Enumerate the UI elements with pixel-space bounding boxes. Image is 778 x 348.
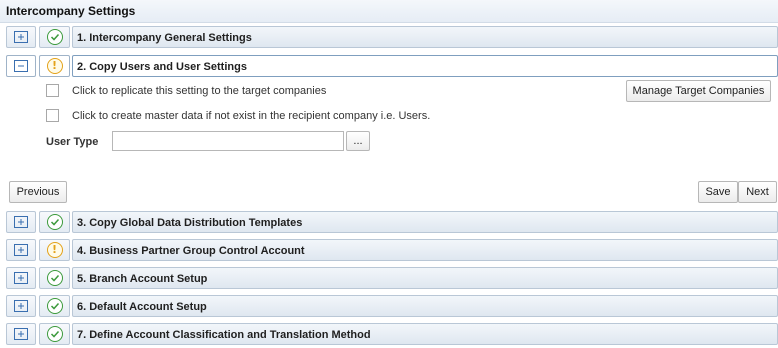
expand-step-button[interactable] (6, 239, 36, 261)
expand-step-button[interactable] (6, 26, 36, 48)
manage-target-companies-button[interactable]: Manage Target Companies (626, 80, 771, 102)
expand-step-icon (14, 244, 28, 256)
status-indicator (39, 267, 70, 289)
step-row-2: ! 2. Copy Users and User Settings (6, 55, 778, 77)
step-header-7[interactable]: 7. Define Account Classification and Tra… (72, 323, 778, 345)
replicate-checkbox[interactable] (46, 84, 59, 97)
step-row-7: 7. Define Account Classification and Tra… (6, 323, 778, 345)
expand-step-button[interactable] (6, 267, 36, 289)
step-header-5[interactable]: 5. Branch Account Setup (72, 267, 778, 289)
page-title: Intercompany Settings (6, 4, 136, 18)
next-button[interactable]: Next (738, 181, 777, 203)
header-bar: Intercompany Settings (0, 0, 778, 23)
step-row-1: 1. Intercompany General Settings (6, 26, 778, 48)
expand-step-icon (14, 31, 28, 43)
collapse-step-icon (14, 60, 28, 72)
browse-button[interactable]: ... (346, 131, 370, 151)
step-row-5: 5. Branch Account Setup (6, 267, 778, 289)
user-type-label: User Type (46, 136, 99, 148)
status-indicator (39, 323, 70, 345)
create-master-data-label: Click to create master data if not exist… (72, 110, 431, 122)
step-header-2[interactable]: 2. Copy Users and User Settings (72, 55, 778, 77)
step-header-1[interactable]: 1. Intercompany General Settings (72, 26, 778, 48)
create-master-data-checkbox[interactable] (46, 109, 59, 122)
replicate-label: Click to replicate this setting to the t… (72, 85, 327, 97)
expand-step-icon (14, 272, 28, 284)
step-header-6[interactable]: 6. Default Account Setup (72, 295, 778, 317)
check-circle-icon (46, 326, 63, 342)
collapse-step-button[interactable] (6, 55, 36, 77)
expand-step-icon (14, 300, 28, 312)
expand-step-icon (14, 328, 28, 340)
step-header-3[interactable]: 3. Copy Global Data Distribution Templat… (72, 211, 778, 233)
step-row-4: ! 4. Business Partner Group Control Acco… (6, 239, 778, 261)
status-indicator: ! (39, 55, 70, 77)
expand-step-button[interactable] (6, 211, 36, 233)
check-circle-icon (46, 298, 63, 314)
user-type-input[interactable] (112, 131, 344, 151)
previous-button[interactable]: Previous (9, 181, 67, 203)
check-circle-icon (46, 270, 63, 286)
expand-step-icon (14, 216, 28, 228)
step-header-4[interactable]: 4. Business Partner Group Control Accoun… (72, 239, 778, 261)
check-circle-icon (46, 214, 63, 230)
step-row-3: 3. Copy Global Data Distribution Templat… (6, 211, 778, 233)
status-indicator (39, 26, 70, 48)
save-button[interactable]: Save (698, 181, 738, 203)
status-indicator: ! (39, 239, 70, 261)
status-indicator (39, 295, 70, 317)
expand-step-button[interactable] (6, 323, 36, 345)
status-indicator (39, 211, 70, 233)
warning-circle-icon: ! (46, 58, 63, 74)
warning-circle-icon: ! (46, 242, 63, 258)
check-circle-icon (46, 29, 63, 45)
expand-step-button[interactable] (6, 295, 36, 317)
step-row-6: 6. Default Account Setup (6, 295, 778, 317)
